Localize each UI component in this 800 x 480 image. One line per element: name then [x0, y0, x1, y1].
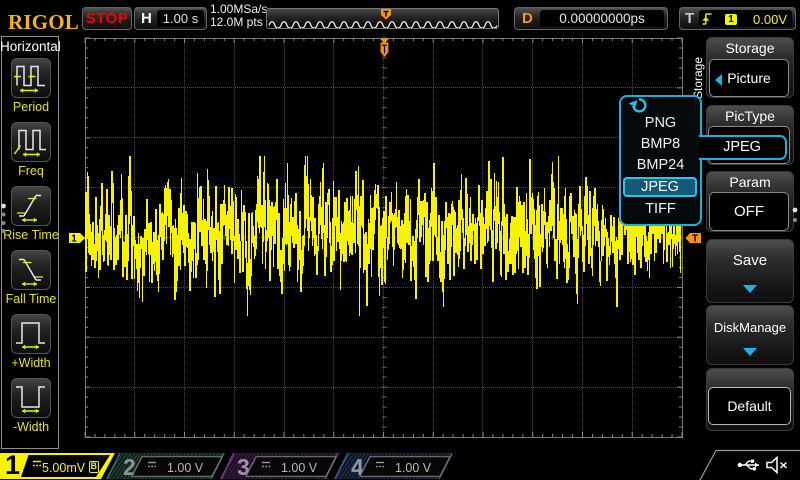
- svg-text:1: 1: [71, 234, 77, 245]
- svg-text:T: T: [692, 234, 698, 245]
